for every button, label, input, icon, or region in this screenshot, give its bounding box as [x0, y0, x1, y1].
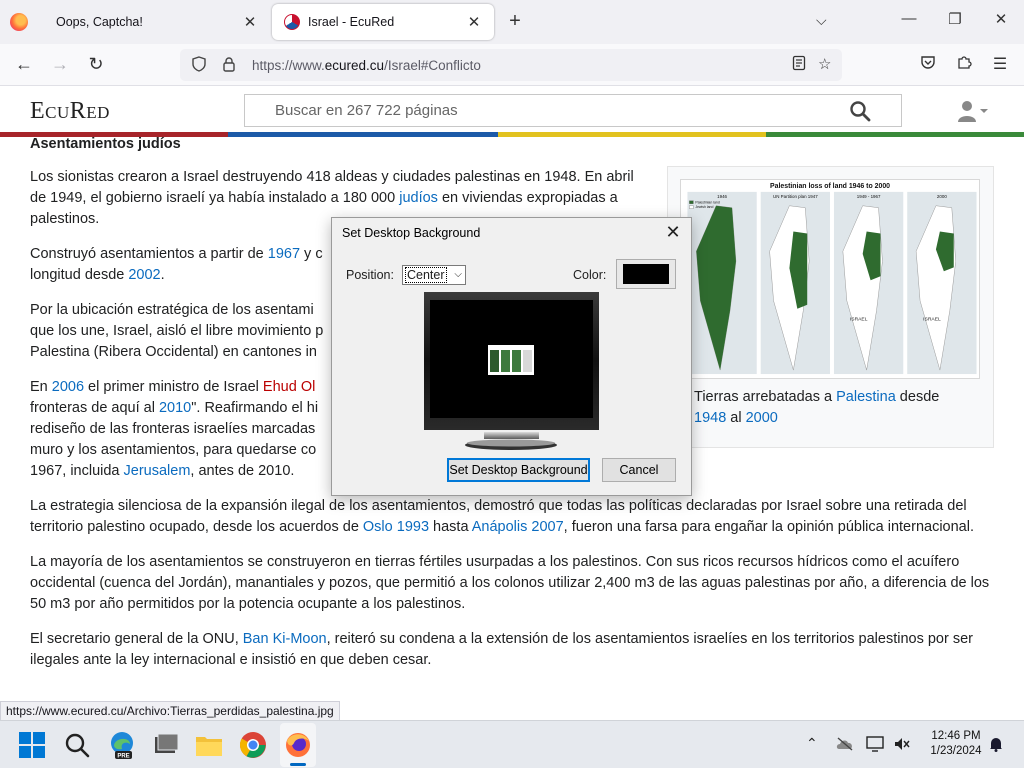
- list-all-tabs-chevron-icon[interactable]: ⌵: [816, 12, 827, 29]
- map-legend-swatch: [689, 200, 694, 204]
- map-israel-label: ISRAEL: [923, 317, 941, 323]
- dialog-close-icon[interactable]: ✕: [663, 222, 683, 243]
- url-text[interactable]: https://www.ecured.cu/Israel#Conflicto: [252, 58, 481, 73]
- link-2000[interactable]: 2000: [746, 410, 778, 426]
- link-oslo-1993[interactable]: Oslo 1993: [363, 519, 429, 535]
- search-box: [244, 94, 902, 127]
- map-israel-label: ISRAEL: [850, 317, 868, 323]
- monitor-preview-image: [424, 292, 599, 450]
- set-desktop-background-dialog: Set Desktop Background ✕ Position: Cente…: [331, 217, 692, 496]
- status-link-tooltip: https://www.ecured.cu/Archivo:Tierras_pe…: [0, 701, 340, 721]
- tab-close-icon[interactable]: ✕: [466, 13, 482, 31]
- back-arrow-icon[interactable]: ←: [12, 54, 36, 74]
- lock-icon[interactable]: [218, 56, 240, 75]
- link-1948[interactable]: 1948: [694, 410, 726, 426]
- search-icon[interactable]: [849, 100, 871, 122]
- position-value: Center: [405, 267, 447, 283]
- link-anapolis-2007[interactable]: Anápolis 2007: [472, 519, 564, 535]
- tab-close-icon[interactable]: ✕: [242, 13, 258, 31]
- network-icon[interactable]: [866, 736, 886, 752]
- bookmark-star-icon[interactable]: ☆: [818, 55, 831, 73]
- link-jerusalem[interactable]: Jerusalem: [124, 463, 191, 479]
- link-ehud-olmert[interactable]: Ehud Ol: [263, 379, 315, 395]
- system-clock[interactable]: 12:46 PM 1/23/2024: [918, 729, 994, 759]
- navigation-toolbar: ← → ↻ https://www.ecured.cu/Israel#Confl…: [0, 44, 1024, 86]
- window-close-icon[interactable]: ✕: [986, 10, 1016, 28]
- link-2002[interactable]: 2002: [128, 267, 160, 283]
- set-desktop-background-button[interactable]: Set Desktop Background: [447, 458, 590, 482]
- pocket-icon[interactable]: [916, 54, 940, 75]
- shield-icon[interactable]: [188, 55, 210, 75]
- edge-dev-icon[interactable]: PRE: [106, 729, 138, 761]
- link-judios[interactable]: judíos: [399, 190, 438, 206]
- volume-muted-icon[interactable]: [894, 737, 910, 751]
- address-bar[interactable]: https://www.ecured.cu/Israel#Conflicto ☆: [180, 49, 842, 81]
- figure-caption: Tierras arrebatadas a Palestina desde 19…: [694, 389, 940, 426]
- palestine-land-loss-map-image[interactable]: Palestinian loss of land 1946 to 2000 19…: [680, 179, 980, 379]
- svg-text:PRE: PRE: [117, 754, 129, 760]
- chevron-down-icon: ⌵: [454, 269, 462, 280]
- color-swatch: [623, 264, 669, 284]
- color-label: Color:: [573, 268, 607, 282]
- link-palestina[interactable]: Palestina: [836, 389, 896, 405]
- task-view-icon[interactable]: [150, 729, 182, 761]
- hamburger-menu-icon[interactable]: ☰: [988, 54, 1012, 74]
- forward-arrow-icon[interactable]: →: [48, 54, 72, 74]
- firefox-icon[interactable]: [282, 729, 314, 761]
- map-legend-label: Jewish land: [695, 205, 713, 209]
- site-header: EcuRed: [0, 86, 1024, 136]
- clock-date: 1/23/2024: [930, 745, 982, 757]
- map-panel-label: 1946: [717, 194, 727, 199]
- map-panel-label: 2000: [937, 194, 947, 199]
- restore-icon[interactable]: ❐: [940, 10, 970, 28]
- chrome-icon[interactable]: [237, 729, 269, 761]
- ecured-favicon-icon: [284, 14, 300, 30]
- paragraph-7: El secretario general de la ONU, Ban Ki-…: [30, 631, 973, 668]
- onedrive-icon[interactable]: [836, 737, 854, 751]
- windows-start-icon[interactable]: [16, 729, 48, 761]
- active-app-indicator: [290, 763, 306, 766]
- new-tab-button[interactable]: +: [504, 10, 526, 33]
- reader-view-icon[interactable]: [792, 55, 806, 75]
- map-panel-label: UN Partition plan 1947: [773, 194, 818, 199]
- extensions-puzzle-icon[interactable]: [952, 54, 976, 75]
- position-label: Position:: [346, 268, 394, 282]
- clock-time: 12:46 PM: [931, 730, 981, 742]
- figure-thumbnail: Palestinian loss of land 1946 to 2000 19…: [667, 166, 994, 448]
- section-heading: Asentamientos judíos: [30, 136, 181, 152]
- link-2010[interactable]: 2010: [159, 400, 191, 416]
- paragraph-5: La estrategia silenciosa de la expansión…: [30, 498, 974, 535]
- dialog-title: Set Desktop Background: [342, 226, 481, 240]
- tab-israel-ecured[interactable]: Israel - EcuRed ✕: [272, 4, 494, 40]
- windows-taskbar: PRE ⌃ 12:46 PM 1/23/2024: [0, 720, 1024, 768]
- tab-bar: Oops, Captcha! ✕ Israel - EcuRed ✕ + ⌵ —…: [0, 0, 1024, 44]
- reload-icon[interactable]: ↻: [84, 54, 108, 74]
- file-explorer-icon[interactable]: [193, 729, 225, 761]
- link-2006[interactable]: 2006: [52, 379, 84, 395]
- show-hidden-icons-chevron-icon[interactable]: ⌃: [806, 735, 818, 752]
- link-1967[interactable]: 1967: [268, 246, 300, 262]
- tab-title: Israel - EcuRed: [308, 15, 395, 29]
- ecured-logo[interactable]: EcuRed: [30, 98, 110, 125]
- link-ban-ki-moon[interactable]: Ban Ki-Moon: [243, 631, 327, 647]
- search-input[interactable]: [275, 95, 835, 126]
- firefox-icon[interactable]: [10, 13, 28, 31]
- svg-text:Palestinian loss of land 1946: Palestinian loss of land 1946 to 2000: [770, 183, 890, 190]
- tab-title: Oops, Captcha!: [56, 15, 143, 29]
- map-legend-swatch: [689, 205, 694, 209]
- color-picker-button[interactable]: [616, 259, 676, 289]
- user-avatar-icon[interactable]: [956, 100, 990, 122]
- map-panel-label: 1949 - 1967: [857, 194, 881, 199]
- search-icon[interactable]: [61, 729, 93, 761]
- position-select[interactable]: Center ⌵: [402, 265, 466, 285]
- notification-bell-icon[interactable]: [988, 736, 1004, 752]
- map-legend-label: Palestinian land: [695, 200, 719, 204]
- minimize-icon[interactable]: —: [894, 10, 924, 27]
- cancel-button[interactable]: Cancel: [602, 458, 676, 482]
- paragraph-6: La mayoría de los asentamientos se const…: [30, 554, 990, 612]
- tab-oops-captcha[interactable]: Oops, Captcha! ✕: [44, 4, 270, 40]
